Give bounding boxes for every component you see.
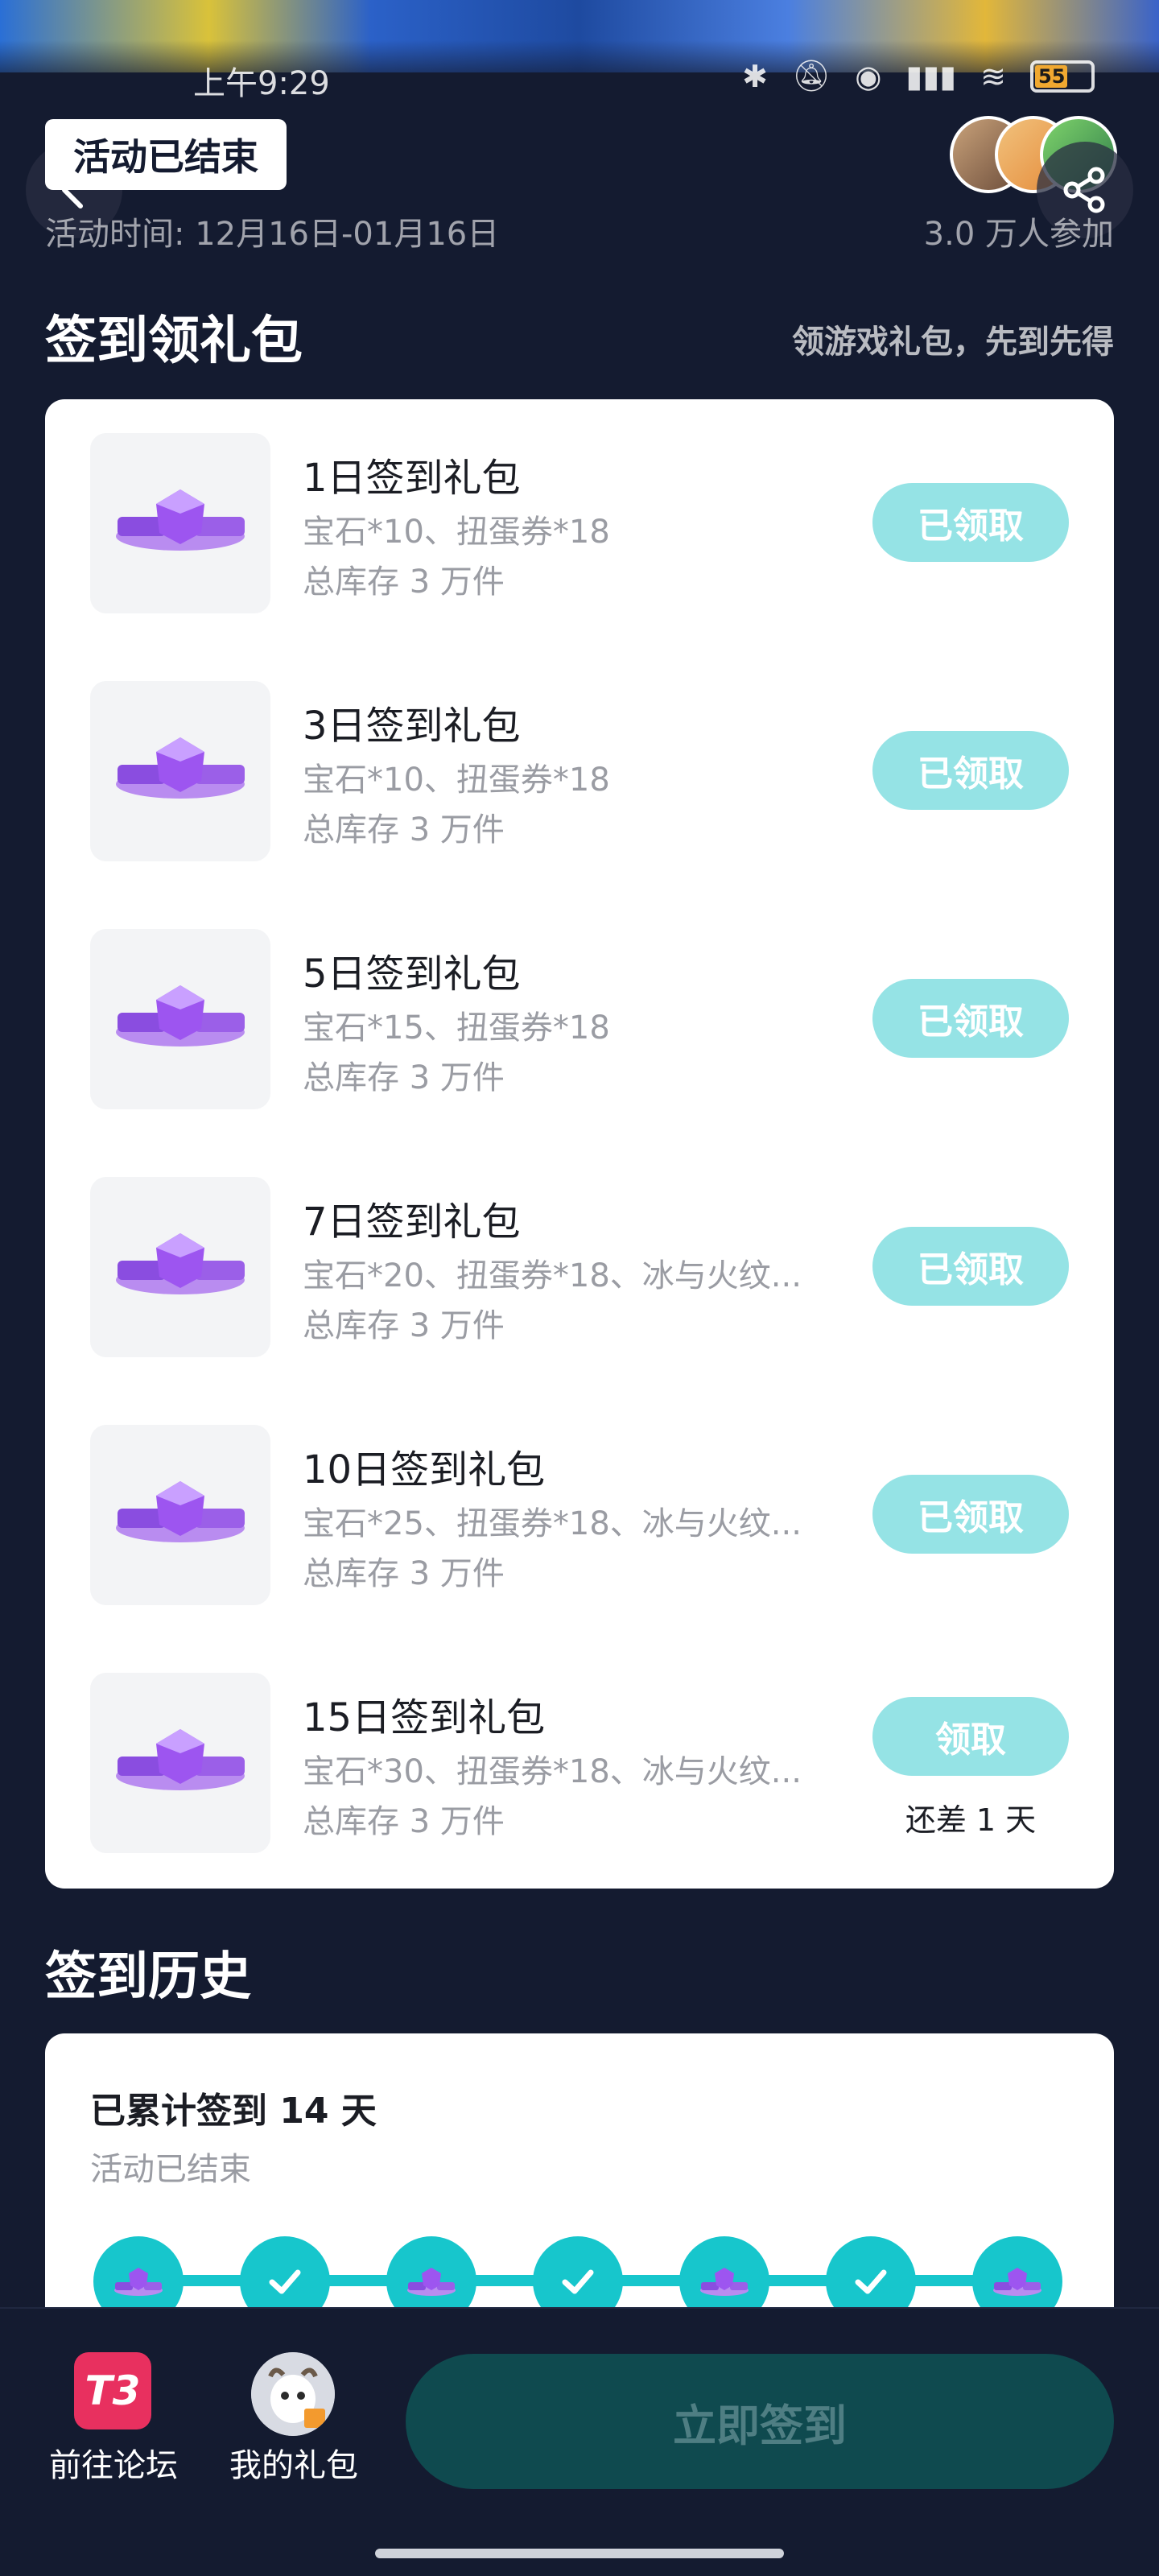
gift-section-subtitle: 领游戏礼包，先到先得 (792, 324, 1114, 361)
check-icon (855, 2269, 887, 2294)
my-gifts-link[interactable]: 我的礼包 (224, 2439, 364, 2486)
gem-gift-icon (90, 1425, 270, 1605)
gift-name: 15日签到礼包 (303, 1695, 546, 1740)
claimed-button[interactable]: 已领取 (872, 1475, 1069, 1554)
gift-name: 10日签到礼包 (303, 1447, 546, 1492)
history-section-title: 签到历史 (45, 1947, 251, 2007)
gift-item: 5日签到礼包 宝石*15、扭蛋券*18 总库存 3 万件 已领取 (45, 929, 1114, 1114)
status-time: 上午9:29 (193, 65, 330, 102)
gift-stock: 总库存 3 万件 (303, 1803, 505, 1840)
gift-item: 3日签到礼包 宝石*10、扭蛋券*18 总库存 3 万件 已领取 (45, 681, 1114, 866)
gift-contents: 宝石*20、扭蛋券*18、冰与火纹... (303, 1257, 802, 1294)
gem-gift-icon (90, 1673, 270, 1853)
forum-link[interactable]: 前往论坛 (45, 2439, 182, 2486)
gift-icon (407, 2268, 456, 2296)
gift-stock: 总库存 3 万件 (303, 1555, 505, 1592)
gift-stock: 总库存 3 万件 (303, 564, 505, 601)
battery-percent: 55 (1038, 64, 1066, 88)
checkin-total: 已累计签到 14 天 (90, 2091, 377, 2132)
home-indicator[interactable] (375, 2549, 784, 2558)
gift-contents: 宝石*30、扭蛋券*18、冰与火纹... (303, 1753, 802, 1790)
history-status: 活动已结束 (90, 2151, 251, 2188)
gift-list: 1日签到礼包 宝石*10、扭蛋券*18 总库存 3 万件 已领取 3日签到礼包 … (45, 399, 1114, 1889)
gift-item: 7日签到礼包 宝石*20、扭蛋券*18、冰与火纹... 总库存 3 万件 已领取 (45, 1177, 1114, 1362)
my-gift-avatar-icon[interactable] (251, 2352, 335, 2436)
gift-name: 5日签到礼包 (303, 952, 521, 997)
gift-name: 7日签到礼包 (303, 1199, 521, 1245)
gem-gift-icon (90, 1177, 270, 1357)
gift-contents: 宝石*10、扭蛋券*18 (303, 514, 610, 551)
gift-stock: 总库存 3 万件 (303, 811, 505, 848)
days-remaining-note: 还差 1 天 (905, 1802, 1037, 1838)
claim-button[interactable]: 领取 (872, 1697, 1069, 1776)
check-icon (269, 2269, 301, 2294)
gift-name: 3日签到礼包 (303, 704, 521, 749)
gift-icon (114, 2268, 163, 2296)
alarm-icon: ◉ (855, 58, 882, 94)
gift-icon (700, 2268, 749, 2296)
claimed-button[interactable]: 已领取 (872, 979, 1069, 1058)
mute-bell-icon: 🔕︎ (792, 58, 831, 93)
gift-contents: 宝石*10、扭蛋券*18 (303, 762, 610, 799)
gift-contents: 宝石*25、扭蛋券*18、冰与火纹... (303, 1505, 802, 1542)
check-icon (562, 2269, 594, 2294)
gift-stock: 总库存 3 万件 (303, 1059, 505, 1096)
participant-count: 3.0 万人参加 (923, 216, 1114, 253)
gift-item: 10日签到礼包 宝石*25、扭蛋券*18、冰与火纹... 总库存 3 万件 已领… (45, 1425, 1114, 1610)
claimed-button[interactable]: 已领取 (872, 1227, 1069, 1306)
activity-time: 活动时间: 12月16日-01月16日 (45, 216, 500, 253)
forum-app-icon[interactable]: T3 (74, 2352, 151, 2429)
signal-icon: ▮▮▮ (905, 58, 957, 94)
gem-gift-icon (90, 681, 270, 861)
claimed-button[interactable]: 已领取 (872, 731, 1069, 810)
gift-section-title: 签到领礼包 (45, 312, 303, 371)
gift-name: 1日签到礼包 (303, 456, 521, 501)
gift-stock: 总库存 3 万件 (303, 1307, 505, 1344)
claimed-button[interactable]: 已领取 (872, 483, 1069, 562)
gem-gift-icon (90, 929, 270, 1109)
status-icons: ✱ 🔕︎ ◉ ▮▮▮ ≋ 55 (742, 58, 1095, 94)
bluetooth-icon: ✱ (742, 58, 768, 94)
gift-icon (993, 2268, 1041, 2296)
gift-item: 1日签到礼包 宝石*10、扭蛋券*18 总库存 3 万件 已领取 (45, 433, 1114, 618)
gem-gift-icon (90, 433, 270, 613)
wifi-icon: ≋ (980, 58, 1006, 94)
activity-ended-badge: 活动已结束 (45, 119, 287, 190)
checkin-now-button[interactable]: 立即签到 (406, 2354, 1114, 2489)
battery-icon: 55 (1030, 60, 1095, 93)
gift-item: 15日签到礼包 宝石*30、扭蛋券*18、冰与火纹... 总库存 3 万件 领取… (45, 1673, 1114, 1858)
gift-contents: 宝石*15、扭蛋券*18 (303, 1009, 610, 1046)
